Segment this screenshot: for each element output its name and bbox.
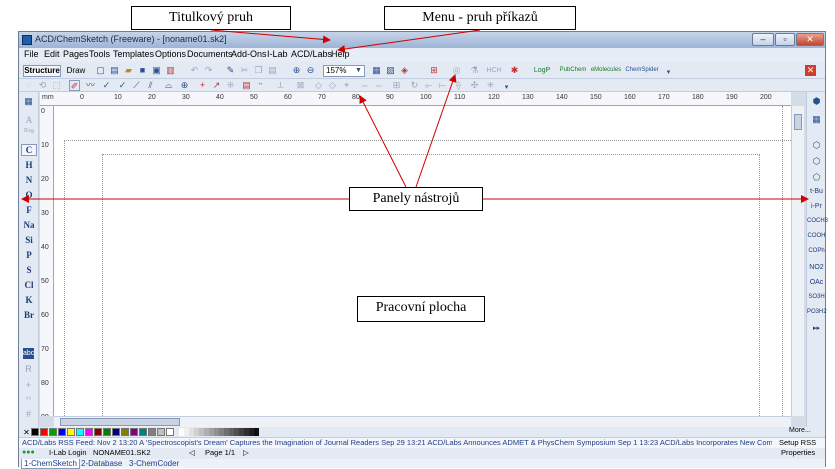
arrow-toolbars-draw: [359, 95, 407, 188]
arrow-menu-bar: [337, 29, 481, 53]
annotation-arrows: [21, 29, 809, 203]
screenshot-root: Titulkový pruh Menu - pruh příkazů ACD/C…: [0, 0, 835, 469]
arrow-toolbars-main: [415, 74, 457, 188]
arrow-title-bar: [210, 29, 331, 44]
